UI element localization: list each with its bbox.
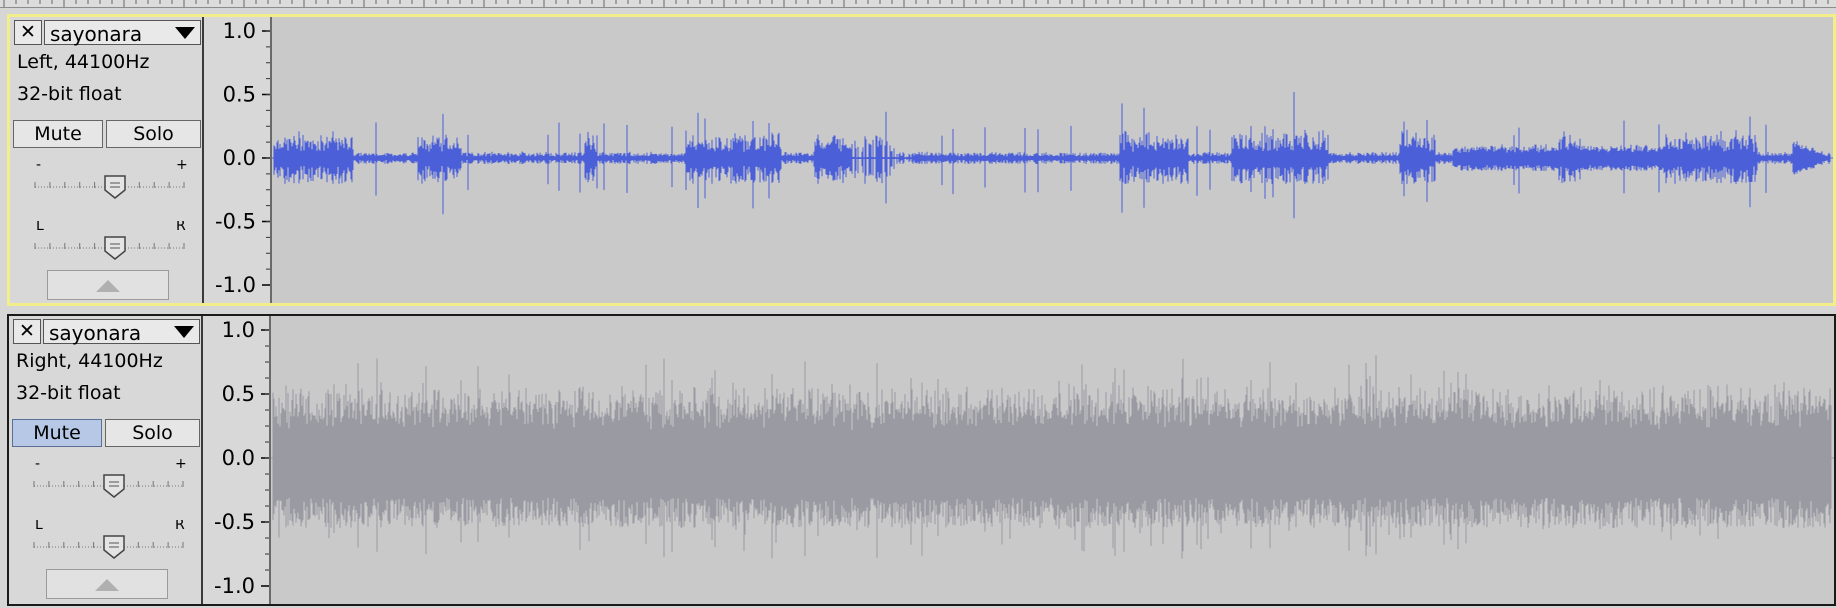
audio-track-left[interactable]: ✕ sayonara Left, 44100Hz 32-bit float Mu… [7, 14, 1836, 306]
slider-max-label: R [176, 221, 186, 234]
chevron-down-icon [174, 326, 194, 338]
mute-button[interactable]: Mute [12, 419, 102, 447]
amplitude-tick-label: 0.5 [223, 83, 256, 107]
slider-max-label: + [175, 459, 187, 472]
slider-thumb[interactable] [103, 474, 125, 498]
slider-thumb[interactable] [104, 175, 126, 199]
amplitude-tick-label: 0.0 [222, 446, 255, 470]
gain-slider-track: - + [33, 456, 187, 498]
slider-min-label: - [36, 160, 41, 173]
waveform-right [271, 355, 1834, 559]
gain-slider[interactable]: - + [30, 157, 190, 200]
collapse-track-button[interactable] [47, 270, 169, 300]
amplitude-ruler[interactable]: 1.0 0.5 0.0 -0.5 -1.0 [203, 316, 271, 604]
track-control-panel: ✕ sayonara Left, 44100Hz 32-bit float Mu… [10, 17, 204, 303]
slider-thumb[interactable] [104, 236, 126, 260]
amplitude-tick-label: -1.0 [215, 273, 256, 297]
amplitude-tick-label: 0.0 [223, 146, 256, 170]
pan-slider-track: LR [34, 218, 186, 260]
close-icon: ✕ [19, 320, 35, 342]
collapse-arrow-icon [95, 579, 119, 591]
close-icon: ✕ [20, 21, 36, 43]
waveform-path [273, 92, 1831, 219]
timeline-ticks [3, 0, 1829, 7]
channel-info: Left, 44100Hz [17, 51, 150, 73]
waveform-path [272, 355, 1832, 559]
track-name: sayonara [49, 321, 142, 345]
channel-info: Right, 44100Hz [16, 350, 163, 372]
format-info: 32-bit float [17, 83, 122, 105]
mute-button[interactable]: Mute [13, 120, 103, 148]
waveform-left [272, 92, 1833, 219]
chevron-down-icon [175, 27, 195, 39]
timeline-ruler[interactable] [0, 0, 1836, 8]
slider-thumb[interactable] [103, 535, 125, 559]
track-control-panel: ✕ sayonara Right, 44100Hz 32-bit float M… [9, 316, 203, 604]
amplitude-tick-label: 1.0 [223, 19, 256, 43]
amplitude-ruler[interactable]: 1.0 0.5 0.0 -0.5 -1.0 [204, 17, 272, 303]
collapse-arrow-icon [96, 280, 120, 292]
slider-max-label: + [176, 160, 188, 173]
amplitude-tick-label: 1.0 [222, 318, 255, 342]
gain-slider-track: - + [34, 157, 188, 199]
amplitude-scale: 1.0 0.5 0.0 -0.5 -1.0 [214, 318, 269, 598]
slider-min-label: - [35, 459, 40, 472]
track-name-menu-button[interactable]: sayonara [43, 319, 200, 345]
slider-max-label: R [175, 520, 185, 533]
amplitude-tick-label: -1.0 [214, 574, 255, 598]
audio-track-right[interactable]: ✕ sayonara Right, 44100Hz 32-bit float M… [7, 314, 1836, 606]
solo-button[interactable]: Solo [106, 120, 201, 148]
amplitude-tick-label: -0.5 [214, 510, 255, 534]
track-name-menu-button[interactable]: sayonara [44, 20, 201, 46]
pan-slider[interactable]: LR [30, 218, 190, 261]
slider-min-label: L [36, 221, 44, 234]
pan-slider-track: LR [33, 517, 185, 559]
waveform-area[interactable] [272, 17, 1833, 303]
amplitude-tick-label: 0.5 [222, 382, 255, 406]
track-name: sayonara [50, 22, 143, 46]
gain-slider[interactable]: - + [29, 456, 189, 499]
amplitude-tick-label: -0.5 [215, 210, 256, 234]
waveform-area[interactable] [271, 316, 1834, 604]
pan-slider[interactable]: LR [29, 517, 189, 560]
solo-button[interactable]: Solo [105, 419, 200, 447]
close-track-button[interactable]: ✕ [14, 20, 42, 45]
close-track-button[interactable]: ✕ [13, 319, 41, 344]
format-info: 32-bit float [16, 382, 121, 404]
amplitude-scale: 1.0 0.5 0.0 -0.5 -1.0 [215, 19, 270, 297]
slider-min-label: L [35, 520, 43, 533]
collapse-track-button[interactable] [46, 569, 168, 599]
